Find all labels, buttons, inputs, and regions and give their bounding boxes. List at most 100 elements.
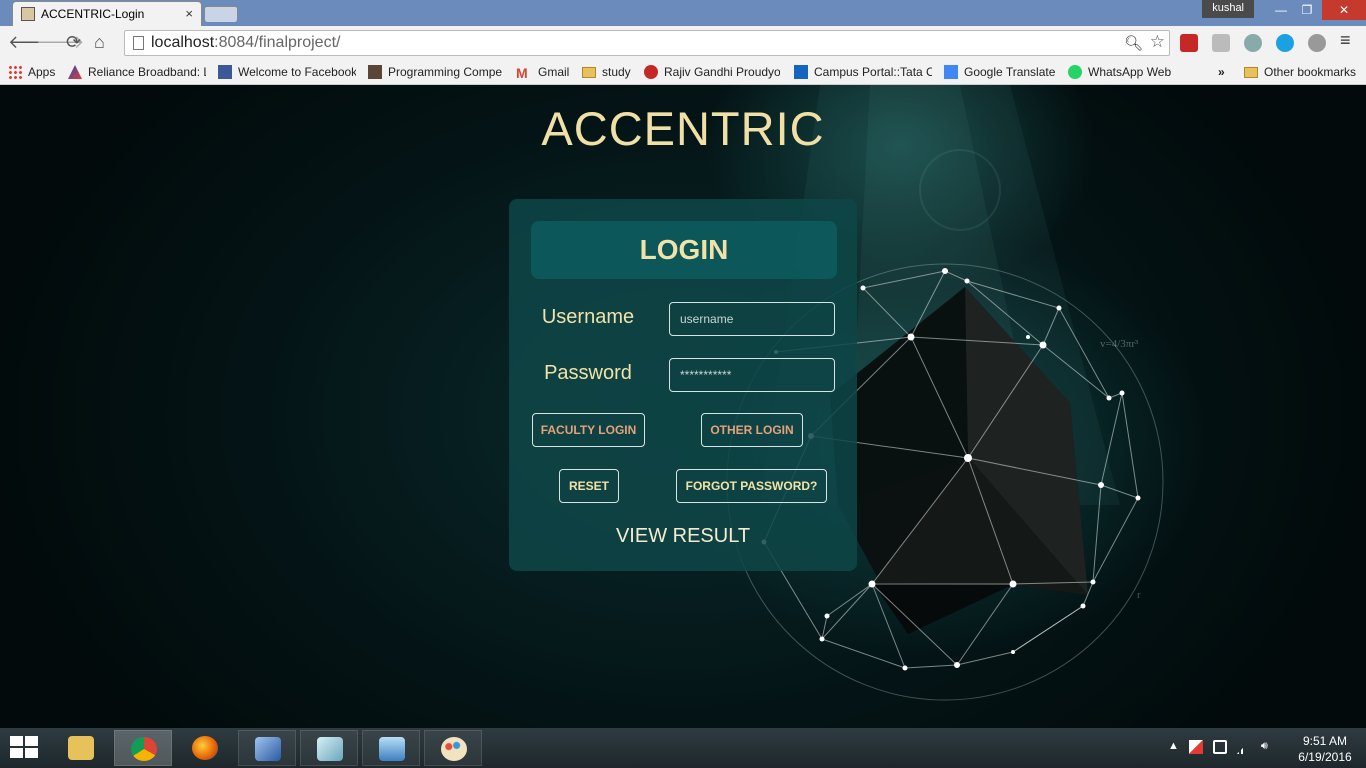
bookmark-study-folder[interactable]: study <box>582 63 631 81</box>
password-input[interactable] <box>669 358 835 392</box>
bookmark-reliance[interactable]: Reliance Broadband: Login <box>68 63 206 81</box>
system-tray: ▲ 🔊︎ <box>1168 740 1268 754</box>
bookmark-label: Campus Portal::Tata Consultancy <box>814 65 932 79</box>
tab-title: ACCENTRIC-Login <box>41 7 145 21</box>
bookmark-rajiv-gandhi[interactable]: Rajiv Gandhi Proudyogiki <box>644 63 780 81</box>
url-path: :8084/finalproject/ <box>214 34 341 51</box>
page-favicon-icon <box>21 7 35 21</box>
extension-eye-icon[interactable] <box>1308 34 1326 52</box>
bookmark-label: study <box>602 65 631 79</box>
login-heading: LOGIN <box>531 221 837 279</box>
reset-button[interactable]: RESET <box>559 469 619 503</box>
translate-icon <box>944 65 958 79</box>
close-window-button[interactable]: ✕ <box>1322 0 1366 20</box>
taskbar-chrome[interactable] <box>114 730 172 766</box>
notepad-icon <box>317 737 343 761</box>
bookmark-label: Welcome to Facebook <box>238 65 356 79</box>
bookmark-label: WhatsApp Web <box>1088 65 1172 79</box>
bookmarks-overflow-button[interactable]: » <box>1218 63 1225 81</box>
url-host: localhost <box>151 34 215 51</box>
username-label: Username <box>541 306 635 328</box>
view-result-link[interactable]: VIEW RESULT <box>509 525 857 548</box>
start-button[interactable] <box>10 736 40 760</box>
folder-icon <box>582 66 596 78</box>
taskbar-virtualbox[interactable] <box>238 730 296 766</box>
volume-icon[interactable]: 🔊︎ <box>1261 740 1268 754</box>
folder-icon <box>1244 66 1258 78</box>
windows-logo-icon <box>25 748 38 758</box>
bookmark-label: Programming Competition <box>388 65 502 79</box>
windows-logo-icon <box>10 736 23 746</box>
cube-icon <box>255 737 281 761</box>
tab-accentric-login[interactable]: ACCENTRIC-Login × <box>12 1 202 26</box>
new-tab-button[interactable] <box>204 6 238 22</box>
gmail-icon: M <box>516 65 528 81</box>
bookmark-other-folder[interactable]: Other bookmarks <box>1244 63 1356 81</box>
extension-globe-icon[interactable] <box>1244 34 1262 52</box>
tab-strip: ACCENTRIC-Login × kushal — ❐ ✕ <box>0 0 1366 26</box>
site-title: ACCENTRIC <box>541 102 825 155</box>
page-viewport: v=4/3πr³ r ACCENTRIC LOGIN Username Pass… <box>0 85 1366 728</box>
address-bar[interactable]: localhost:8084/finalproject/ 🔍︎ ☆ <box>124 30 1170 56</box>
bookmark-label: Reliance Broadband: Login <box>88 65 206 79</box>
zoom-icon[interactable]: 🔍︎ <box>1124 34 1143 52</box>
profile-badge[interactable]: kushal <box>1202 0 1254 18</box>
password-label: Password <box>544 362 632 384</box>
bookmarks-bar: Apps Reliance Broadband: Login Welcome t… <box>0 59 1366 85</box>
bookmark-whatsapp[interactable]: WhatsApp Web <box>1068 63 1171 81</box>
other-login-button[interactable]: OTHER LOGIN <box>701 413 803 447</box>
power-icon[interactable] <box>1212 740 1227 754</box>
background-formula: v=4/3πr³ <box>1100 338 1139 350</box>
bookmark-apps[interactable]: Apps <box>8 63 55 81</box>
bookmark-label: Google Translate <box>964 65 1056 79</box>
firefox-icon <box>192 736 218 760</box>
username-input[interactable] <box>669 302 835 336</box>
facebook-icon <box>218 65 232 79</box>
apps-grid-icon <box>8 65 22 79</box>
extension-box-icon[interactable] <box>1212 34 1230 52</box>
taskbar-remote-desktop[interactable] <box>362 730 420 766</box>
home-icon[interactable]: ⌂ <box>94 32 105 53</box>
maximize-button[interactable]: ❐ <box>1292 0 1322 20</box>
chrome-icon <box>131 737 157 761</box>
bookmark-star-icon[interactable]: ☆ <box>1150 32 1165 52</box>
taskbar-paint[interactable] <box>424 730 482 766</box>
network-signal-icon[interactable] <box>1236 740 1251 754</box>
bookmark-campus-portal[interactable]: Campus Portal::Tata Consultancy <box>794 63 932 81</box>
bookmark-gmail[interactable]: M Gmail <box>516 63 569 81</box>
reload-icon[interactable]: ⟳ <box>66 32 81 53</box>
paint-palette-icon <box>441 737 467 761</box>
tata-icon <box>794 65 808 79</box>
bookmark-label: Rajiv Gandhi Proudyogiki <box>664 65 780 79</box>
skype-icon[interactable] <box>1276 34 1294 52</box>
system-clock[interactable]: 9:51 AM 6/19/2016 <box>1290 733 1360 765</box>
bookmark-programming[interactable]: Programming Competition <box>368 63 502 81</box>
extension-red-icon[interactable] <box>1180 34 1198 52</box>
whatsapp-icon <box>1068 65 1082 79</box>
login-panel: LOGIN Username Password FACULTY LOGIN OT… <box>509 199 857 571</box>
bookmark-google-translate[interactable]: Google Translate <box>944 63 1055 81</box>
tab-close-icon[interactable]: × <box>185 6 193 21</box>
university-icon <box>644 65 658 79</box>
codechef-icon <box>368 65 382 79</box>
bookmark-label: Other bookmarks <box>1264 65 1357 79</box>
monitor-icon <box>379 737 405 761</box>
taskbar-notes[interactable] <box>300 730 358 766</box>
bookmark-facebook[interactable]: Welcome to Facebook <box>218 63 356 81</box>
action-center-flag-icon[interactable] <box>1188 740 1203 754</box>
clock-time: 9:51 AM <box>1302 734 1348 748</box>
chrome-menu-icon[interactable]: ≡ <box>1340 30 1351 51</box>
reliance-icon <box>68 65 82 79</box>
file-explorer-icon <box>68 736 94 760</box>
tray-caret-icon[interactable]: ▲ <box>1168 740 1179 754</box>
taskbar-firefox[interactable] <box>176 730 234 766</box>
taskbar-file-explorer[interactable] <box>52 730 110 766</box>
page-icon <box>133 36 144 50</box>
forgot-password-button[interactable]: FORGOT PASSWORD? <box>676 469 827 503</box>
windows-logo-icon <box>25 736 38 746</box>
faculty-login-button[interactable]: FACULTY LOGIN <box>532 413 645 447</box>
windows-taskbar: ▲ 🔊︎ 9:51 AM 6/19/2016 <box>0 728 1366 768</box>
windows-logo-icon <box>10 748 23 758</box>
background-radius-label: r <box>1137 589 1141 601</box>
bookmark-label: Apps <box>28 65 56 79</box>
